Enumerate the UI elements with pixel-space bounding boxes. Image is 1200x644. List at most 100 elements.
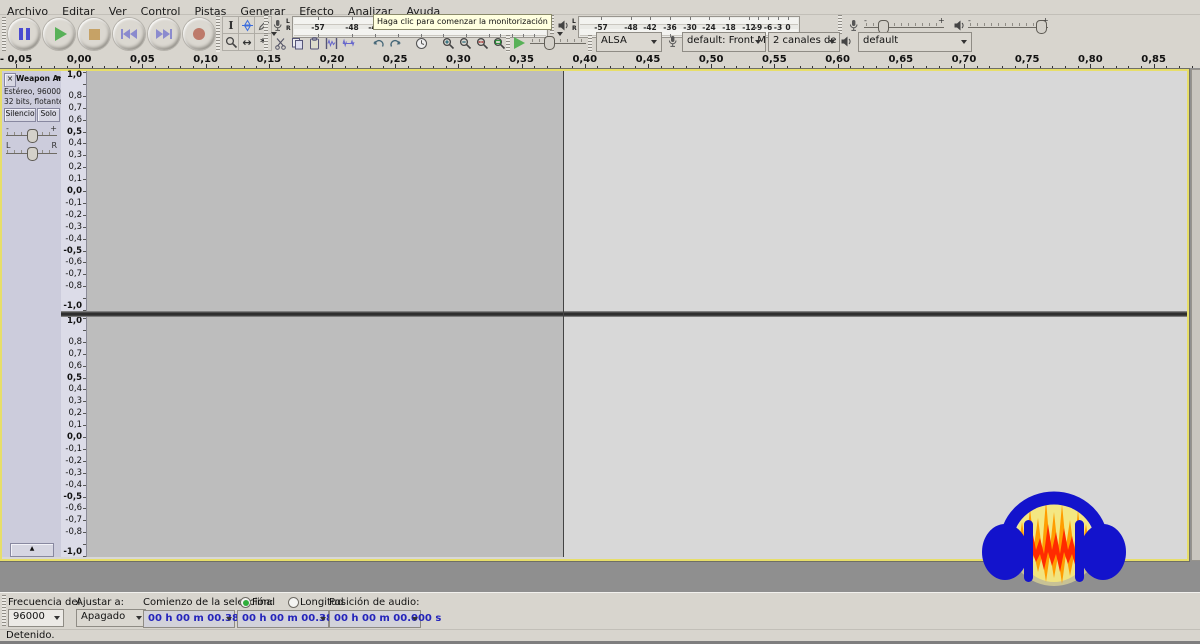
pause-button[interactable] [8, 18, 40, 50]
vruler-label: -0,3 [65, 469, 82, 477]
chevron-down-icon [226, 617, 232, 621]
speaker-icon [952, 18, 966, 32]
project-rate-select[interactable]: 96000 [8, 609, 64, 627]
record-icon [193, 28, 205, 40]
collapse-track-button[interactable]: ▲ [10, 543, 54, 557]
audio-clip-background [87, 317, 564, 557]
fit-selection-button[interactable] [474, 35, 490, 51]
meter-tick [749, 17, 750, 20]
track-menu-icon[interactable]: ▼ [55, 75, 60, 82]
host-select[interactable]: ALSA [596, 32, 662, 52]
silence-button[interactable] [340, 35, 356, 51]
meter-tick [758, 17, 759, 20]
fit-project-button[interactable] [491, 35, 507, 51]
mute-button[interactable]: Silencio [4, 108, 36, 122]
project-rate-value: 96000 [13, 611, 45, 622]
output-device-select[interactable]: default [858, 32, 972, 52]
playback-cursor [563, 71, 564, 557]
vruler-label: -1,0 [63, 302, 82, 310]
microphone-icon[interactable] [270, 18, 284, 32]
selection-start-field[interactable]: 00 h 00 m 00.380 s [143, 610, 235, 628]
selection-grip[interactable] [2, 595, 6, 626]
vertical-scrollbar[interactable] [1191, 69, 1200, 561]
paste-button[interactable] [306, 35, 322, 51]
meter-tick [709, 17, 710, 20]
trim-button[interactable] [323, 35, 339, 51]
close-icon[interactable]: × [4, 73, 16, 87]
skip-start-button[interactable] [113, 18, 145, 50]
timeline-ruler[interactable]: - 0,050,000,050,100,150,200,250,300,350,… [0, 53, 1200, 69]
input-device-select[interactable]: default: Front Mic:0 [682, 32, 766, 52]
vruler-tick [83, 556, 86, 557]
transport-grip[interactable] [2, 17, 6, 51]
vruler-tick [83, 354, 86, 355]
vruler-label: 1,0 [67, 317, 82, 325]
cut-button[interactable] [272, 35, 288, 51]
record-button[interactable] [183, 18, 215, 50]
vertical-ruler-right[interactable]: 1,00,80,70,60,50,40,30,20,10,0-0,1-0,2-0… [61, 317, 87, 557]
zoom-out-icon [459, 37, 472, 50]
audio-position-value: 00 h 00 m 00.000 s [334, 613, 441, 624]
play-icon [52, 27, 67, 41]
meter-channel-right-label: R [286, 26, 291, 32]
waveform-left-channel[interactable] [87, 71, 1185, 311]
vruler-label: 0,8 [68, 338, 82, 346]
edit-grip[interactable] [264, 35, 268, 52]
vruler-label: 0,2 [68, 409, 82, 417]
meter-tick-label: -57 [311, 23, 325, 32]
playback-speed-thumb[interactable] [544, 36, 555, 50]
vruler-tick [83, 191, 86, 192]
vruler-tick [83, 286, 86, 287]
play-at-speed-button[interactable] [514, 37, 525, 49]
selection-end-field[interactable]: 00 h 00 m 00.380 s [237, 610, 329, 628]
gain-slider-thumb[interactable] [27, 129, 38, 143]
meter-tick-label: -30 [683, 23, 697, 32]
input-channels-select[interactable]: 2 canales de q [768, 32, 840, 52]
audio-clip-background [87, 71, 564, 311]
tools-grip[interactable] [216, 16, 220, 52]
pan-left-label: L [6, 141, 10, 150]
pan-slider-thumb[interactable] [27, 147, 38, 161]
vruler-label: 0,6 [68, 362, 82, 370]
speaker-icon[interactable] [556, 18, 570, 32]
output-volume-thumb[interactable] [1036, 20, 1047, 34]
vertical-ruler-left[interactable]: 1,00,80,70,60,50,40,30,20,10,0-0,1-0,2-0… [61, 71, 87, 311]
snap-to-select[interactable]: Apagado [76, 609, 146, 627]
radio-end[interactable] [240, 597, 251, 608]
radio-length[interactable] [288, 597, 299, 608]
device-grip[interactable] [588, 35, 592, 52]
transcription-grip[interactable] [506, 35, 510, 52]
vruler-tick [83, 318, 86, 319]
vruler-tick [83, 532, 86, 533]
zoom-out-button[interactable] [457, 35, 473, 51]
vruler-tick [83, 544, 86, 545]
vruler-tick [83, 342, 86, 343]
snap-to-value: Apagado [81, 611, 125, 622]
sync-lock-button[interactable] [413, 35, 429, 51]
meter-tick [352, 17, 353, 20]
undo-button[interactable] [370, 35, 386, 51]
input-volume-slider[interactable] [864, 27, 944, 28]
playback-speed-slider[interactable] [530, 43, 586, 44]
status-text: Detenido. [0, 630, 55, 641]
audio-position-field[interactable]: 00 h 00 m 00.000 s [329, 610, 421, 628]
stop-button[interactable] [78, 18, 110, 50]
trim-icon [325, 37, 338, 50]
track-format-line2: 32 bits, flotante [4, 97, 64, 106]
solo-button[interactable]: Solo [37, 108, 60, 122]
play-button[interactable] [43, 18, 75, 50]
vruler-tick [83, 330, 86, 331]
audio-position-label: Posición de audio: [329, 597, 419, 608]
multi-tool-button[interactable]: * [254, 33, 272, 51]
zoom-in-button[interactable] [440, 35, 456, 51]
redo-button[interactable] [387, 35, 403, 51]
skip-end-button[interactable] [148, 18, 180, 50]
vruler-tick [83, 497, 86, 498]
copy-button[interactable] [289, 35, 305, 51]
chevron-down-icon [651, 40, 657, 44]
redo-icon [389, 37, 402, 50]
meter-tick-label: -48 [624, 23, 638, 32]
record-meter-grip[interactable] [264, 15, 268, 34]
vruler-tick [83, 461, 86, 462]
vruler-tick [83, 215, 86, 216]
